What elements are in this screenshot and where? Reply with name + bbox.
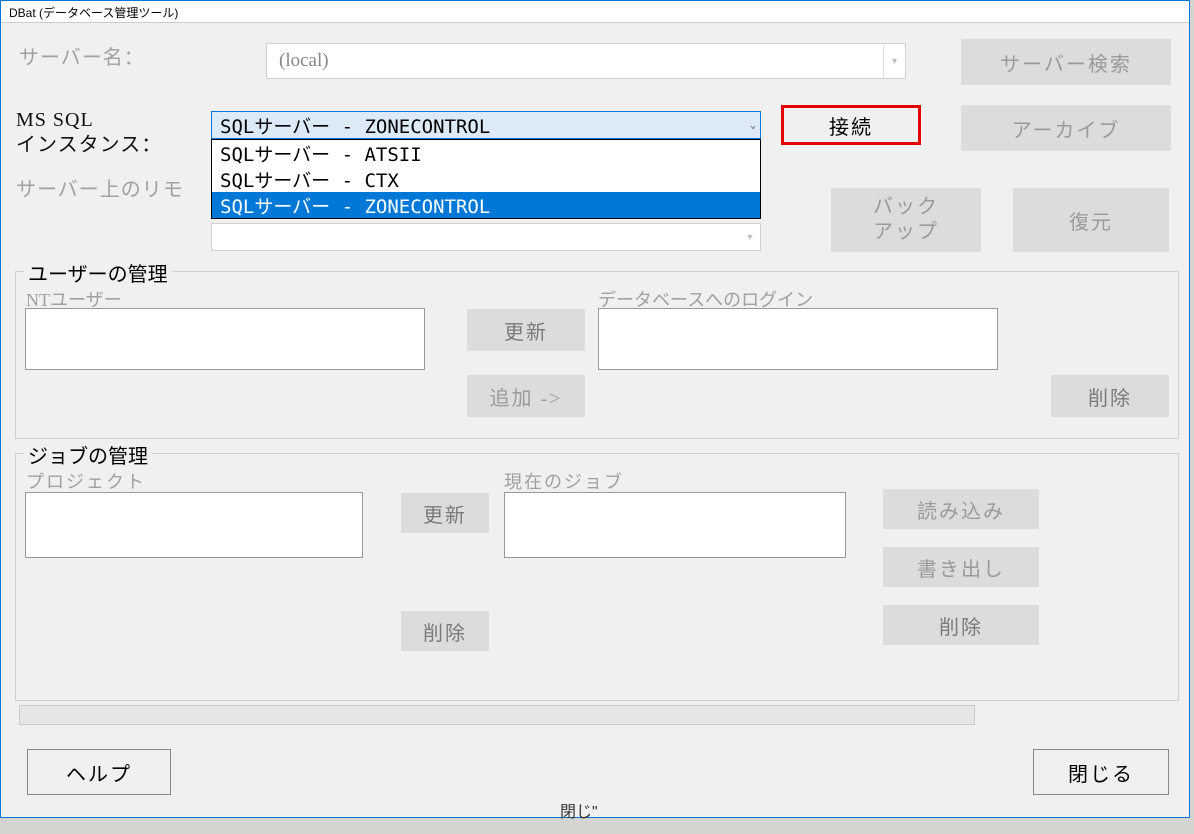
- nt-user-listbox[interactable]: [25, 308, 425, 370]
- remote-combo[interactable]: ▾: [211, 223, 761, 251]
- instance-option[interactable]: SQLサーバー - ATSII: [212, 140, 760, 166]
- bottom-fragment-text: 閉じ": [560, 798, 598, 822]
- user-management-group: ユーザーの管理 NTユーザー データベースへのログイン: [15, 271, 1179, 439]
- user-management-title: ユーザーの管理: [24, 258, 172, 287]
- db-login-listbox[interactable]: [598, 308, 998, 370]
- help-button[interactable]: ヘルプ: [27, 749, 171, 795]
- backup-button[interactable]: バックアップ: [831, 188, 981, 252]
- content-area: サーバー名： (local) ▾ サーバー検索 MS SQL インスタンス： S…: [1, 23, 1189, 817]
- project-listbox[interactable]: [25, 492, 363, 558]
- server-name-label: サーバー名：: [19, 41, 145, 70]
- job-delete-button-2[interactable]: 削除: [883, 605, 1039, 645]
- chevron-down-icon: ▾: [740, 224, 760, 250]
- current-job-label: 現在のジョブ: [504, 468, 624, 494]
- instance-combo[interactable]: SQLサーバー - ZONECONTROL ⌄: [211, 111, 761, 139]
- server-name-combo[interactable]: (local) ▾: [266, 43, 906, 79]
- job-update-button[interactable]: 更新: [401, 493, 489, 533]
- user-delete-button[interactable]: 削除: [1051, 375, 1169, 417]
- archive-button[interactable]: アーカイブ: [961, 105, 1171, 151]
- instance-option[interactable]: SQLサーバー - CTX: [212, 166, 760, 192]
- job-load-button[interactable]: 読み込み: [883, 489, 1039, 529]
- progress-bar: [19, 705, 975, 725]
- restore-button[interactable]: 復元: [1013, 188, 1169, 252]
- app-window: DBat (データベース管理ツール) サーバー名： (local) ▾ サーバー…: [0, 0, 1190, 818]
- server-name-value: (local): [279, 50, 329, 72]
- window-title: DBat (データベース管理ツール): [1, 1, 1189, 23]
- instance-dropdown-list[interactable]: SQLサーバー - ATSII SQLサーバー - CTX SQLサーバー - …: [211, 139, 761, 219]
- chevron-down-icon: ▾: [883, 44, 905, 78]
- server-search-button[interactable]: サーバー検索: [961, 39, 1171, 85]
- mssql-instance-label: MS SQL インスタンス：: [16, 108, 162, 158]
- close-button[interactable]: 閉じる: [1033, 749, 1169, 795]
- chevron-down-icon: ⌄: [750, 112, 756, 138]
- job-management-title: ジョブの管理: [24, 440, 152, 469]
- current-job-listbox[interactable]: [504, 492, 846, 558]
- job-export-button[interactable]: 書き出し: [883, 547, 1039, 587]
- instance-option[interactable]: SQLサーバー - ZONECONTROL: [212, 192, 760, 218]
- job-delete-button[interactable]: 削除: [401, 611, 489, 651]
- project-label: プロジェクト: [26, 468, 146, 494]
- remote-label: サーバー上のリモ: [16, 173, 184, 202]
- instance-combo-value: SQLサーバー - ZONECONTROL: [220, 112, 490, 139]
- user-add-button[interactable]: 追加 ->: [467, 375, 585, 417]
- connect-button[interactable]: 接続: [781, 105, 921, 145]
- user-update-button[interactable]: 更新: [467, 309, 585, 351]
